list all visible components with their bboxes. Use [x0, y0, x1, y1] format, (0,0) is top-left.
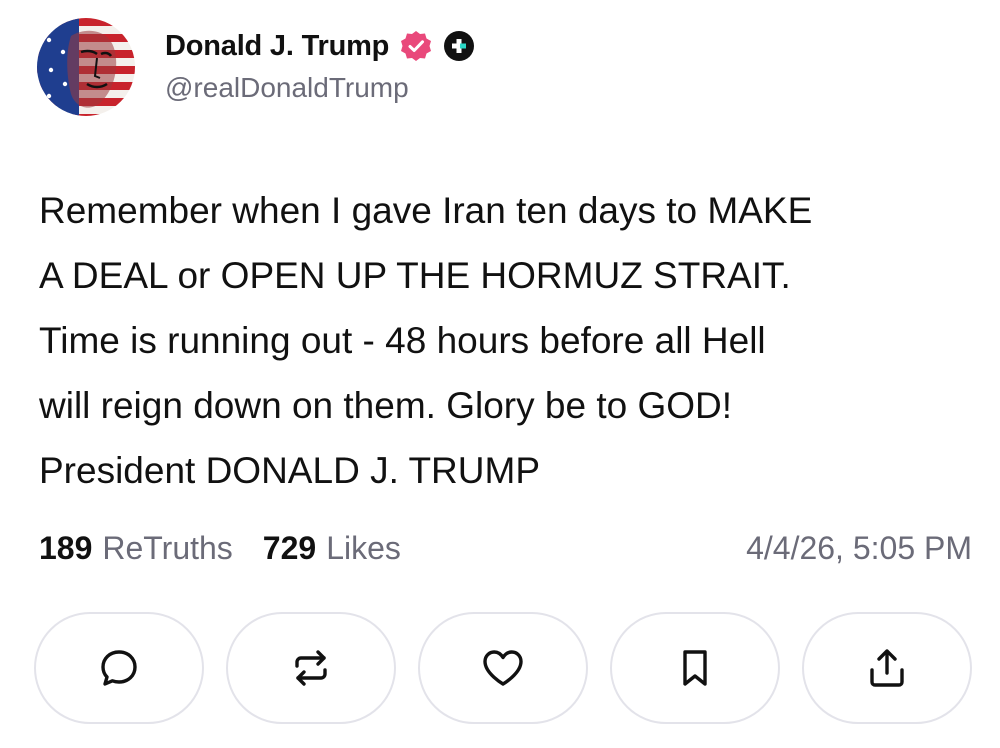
verified-badge-icon	[401, 31, 432, 61]
action-bar	[34, 612, 972, 724]
comment-icon	[101, 650, 137, 686]
retruth-button[interactable]	[226, 612, 396, 724]
reply-button[interactable]	[34, 612, 204, 724]
share-icon	[870, 649, 904, 687]
avatar[interactable]	[37, 18, 135, 116]
bookmark-icon	[683, 650, 707, 686]
post-header: Donald J. Trump @realDonaldTrump	[37, 18, 475, 116]
repost-icon	[295, 650, 327, 686]
like-button[interactable]	[418, 612, 588, 724]
post-line: President DONALD J. TRUMP	[39, 450, 540, 491]
post-line: Time is running out - 48 hours before al…	[39, 320, 766, 361]
heart-icon	[483, 650, 523, 686]
author-handle[interactable]: @realDonaldTrump	[165, 72, 475, 104]
author-display-name[interactable]: Donald J. Trump	[165, 30, 389, 63]
bookmark-button[interactable]	[610, 612, 780, 724]
post-stats: 189 ReTruths 729 Likes	[39, 530, 401, 567]
retruths-count[interactable]: 189	[39, 530, 92, 567]
author-identity: Donald J. Trump @realDonaldTrump	[165, 24, 475, 104]
post-text: Remember when I gave Iran ten days to MA…	[39, 178, 979, 503]
plus-badge-icon	[444, 31, 475, 61]
post-line: A DEAL or OPEN UP THE HORMUZ STRAIT.	[39, 255, 791, 296]
post-line: Remember when I gave Iran ten days to MA…	[39, 190, 813, 231]
post-timestamp[interactable]: 4/4/26, 5:05 PM	[746, 530, 972, 567]
avatar-image	[37, 18, 135, 116]
share-button[interactable]	[802, 612, 972, 724]
likes-count[interactable]: 729	[263, 530, 316, 567]
likes-label[interactable]: Likes	[326, 530, 401, 567]
retruths-label[interactable]: ReTruths	[102, 530, 232, 567]
name-row: Donald J. Trump	[165, 24, 475, 68]
post-line: will reign down on them. Glory be to GOD…	[39, 385, 733, 426]
